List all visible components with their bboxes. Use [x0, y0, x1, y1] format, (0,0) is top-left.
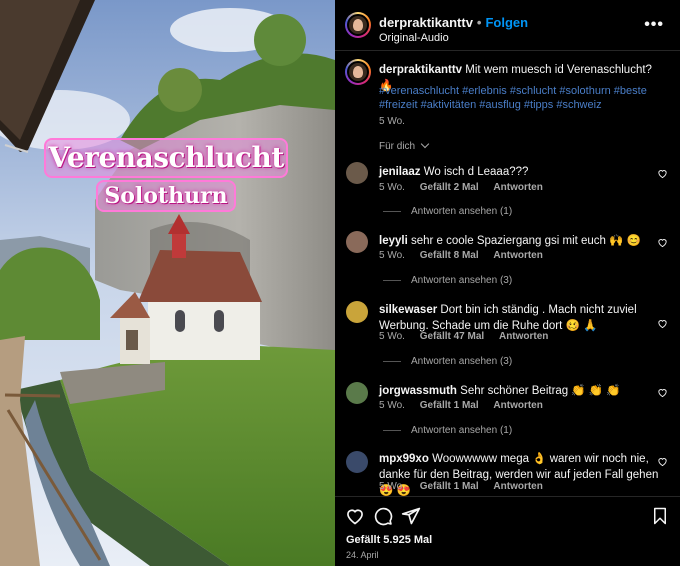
comment-meta: 5 Wo. Gefällt 1 Mal Antworten — [379, 481, 555, 492]
author-username[interactable]: derpraktikanttv — [379, 15, 473, 30]
post-date: 24. April — [346, 550, 379, 560]
comment-avatar[interactable] — [346, 382, 368, 404]
caption-time: 5 Wo. — [379, 116, 405, 127]
view-replies-button[interactable]: Antworten ansehen (3) — [383, 275, 512, 286]
comment-avatar[interactable] — [346, 451, 368, 473]
comment-time: 5 Wo. — [379, 331, 405, 342]
post-image[interactable]: Verenaschlucht Solothurn — [0, 0, 335, 566]
subtitle-overlay: Solothurn — [96, 180, 236, 212]
comment-username[interactable]: jorgwassmuth — [379, 385, 457, 397]
comment-text: sehr e coole Spaziergang gsi mit euch 🙌 … — [410, 235, 641, 247]
comment-bubble-icon[interactable] — [373, 506, 393, 526]
comment-likes[interactable]: Gefällt 8 Mal — [420, 250, 479, 261]
comment-avatar[interactable] — [346, 162, 368, 184]
view-replies-label: Antworten ansehen (1) — [411, 425, 513, 436]
caption-username[interactable]: derpraktikanttv — [379, 64, 462, 76]
bookmark-icon[interactable] — [651, 506, 669, 526]
comment-body: jenilaaz Wo isch d Leaaa??? — [379, 164, 669, 180]
comment-time: 5 Wo. — [379, 400, 405, 411]
reply-line — [383, 361, 401, 362]
reply-button[interactable]: Antworten — [493, 481, 542, 492]
comment-time: 5 Wo. — [379, 182, 405, 193]
comment-username[interactable]: silkewaser — [379, 304, 437, 316]
comment-likes[interactable]: Gefällt 1 Mal — [420, 481, 479, 492]
view-replies-label: Antworten ansehen (3) — [411, 356, 513, 367]
view-replies-label: Antworten ansehen (3) — [411, 275, 513, 286]
reply-button[interactable]: Antworten — [493, 400, 542, 411]
post-like-count[interactable]: Gefällt 5.925 Mal — [346, 534, 432, 546]
heart-icon[interactable] — [657, 456, 668, 467]
header-divider — [335, 50, 680, 51]
heart-icon[interactable] — [657, 237, 668, 248]
reply-line — [383, 430, 401, 431]
comment-meta: 5 Wo. Gefällt 1 Mal Antworten — [379, 400, 555, 411]
more-options-icon[interactable]: ••• — [644, 16, 664, 34]
author-avatar[interactable] — [345, 12, 371, 38]
action-bar — [345, 506, 670, 528]
heart-icon[interactable] — [657, 168, 668, 179]
post-header: derpraktikanttv • Folgen — [379, 15, 528, 30]
comment-likes[interactable]: Gefällt 1 Mal — [420, 400, 479, 411]
caption-avatar[interactable] — [345, 59, 371, 85]
reply-button[interactable]: Antworten — [493, 250, 542, 261]
view-replies-button[interactable]: Antworten ansehen (1) — [383, 206, 512, 217]
comment-meta: 5 Wo. Gefällt 2 Mal Antworten — [379, 182, 555, 193]
comment-body: leyyli sehr e coole Spaziergang gsi mit … — [379, 233, 669, 249]
comment-time: 5 Wo. — [379, 250, 405, 261]
comment-meta: 5 Wo. Gefällt 8 Mal Antworten — [379, 250, 555, 261]
reply-button[interactable]: Antworten — [499, 331, 548, 342]
reply-line — [383, 211, 401, 212]
title-overlay: Verenaschlucht — [44, 138, 288, 178]
view-replies-label: Antworten ansehen (1) — [411, 206, 513, 217]
post-sidebar: derpraktikanttv • Folgen Original-Audio ••… — [335, 0, 680, 566]
comment-likes[interactable]: Gefällt 47 Mal — [420, 331, 484, 342]
share-send-icon[interactable] — [401, 506, 421, 526]
caption-hashtags[interactable]: #verenaschlucht #erlebnis #schlucht #sol… — [379, 85, 669, 112]
heart-icon[interactable] — [657, 318, 668, 329]
comment-meta: 5 Wo. Gefällt 47 Mal Antworten — [379, 331, 560, 342]
view-replies-button[interactable]: Antworten ansehen (3) — [383, 356, 512, 367]
reply-line — [383, 280, 401, 281]
follow-button[interactable]: Folgen — [485, 15, 528, 30]
comment-avatar[interactable] — [346, 301, 368, 323]
heart-icon[interactable] — [657, 387, 668, 398]
for-you-dropdown[interactable]: Für dich — [379, 139, 430, 152]
comment-username[interactable]: mpx99xo — [379, 453, 429, 465]
view-replies-button[interactable]: Antworten ansehen (1) — [383, 425, 512, 436]
comment-likes[interactable]: Gefällt 2 Mal — [420, 182, 479, 193]
footer-divider — [335, 496, 680, 497]
comment-avatar[interactable] — [346, 231, 368, 253]
comment-text: Sehr schöner Beitrag 👏 👏 👏 — [460, 385, 621, 397]
chevron-down-icon — [420, 139, 430, 149]
comment-username[interactable]: leyyli — [379, 235, 408, 247]
reply-button[interactable]: Antworten — [493, 182, 542, 193]
comment-username[interactable]: jenilaaz — [379, 166, 421, 178]
comment-body: jorgwassmuth Sehr schöner Beitrag 👏 👏 👏 — [379, 383, 669, 399]
header-separator: • — [476, 15, 482, 30]
chapel-photo — [0, 0, 335, 566]
comment-body: silkewaser Dort bin ich ständig . Mach n… — [379, 302, 669, 334]
for-you-label: Für dich — [379, 141, 416, 152]
audio-link[interactable]: Original-Audio — [379, 32, 449, 44]
comment-time: 5 Wo. — [379, 481, 405, 492]
comment-text: Wo isch d Leaaa??? — [423, 166, 529, 178]
like-heart-icon[interactable] — [345, 506, 365, 526]
